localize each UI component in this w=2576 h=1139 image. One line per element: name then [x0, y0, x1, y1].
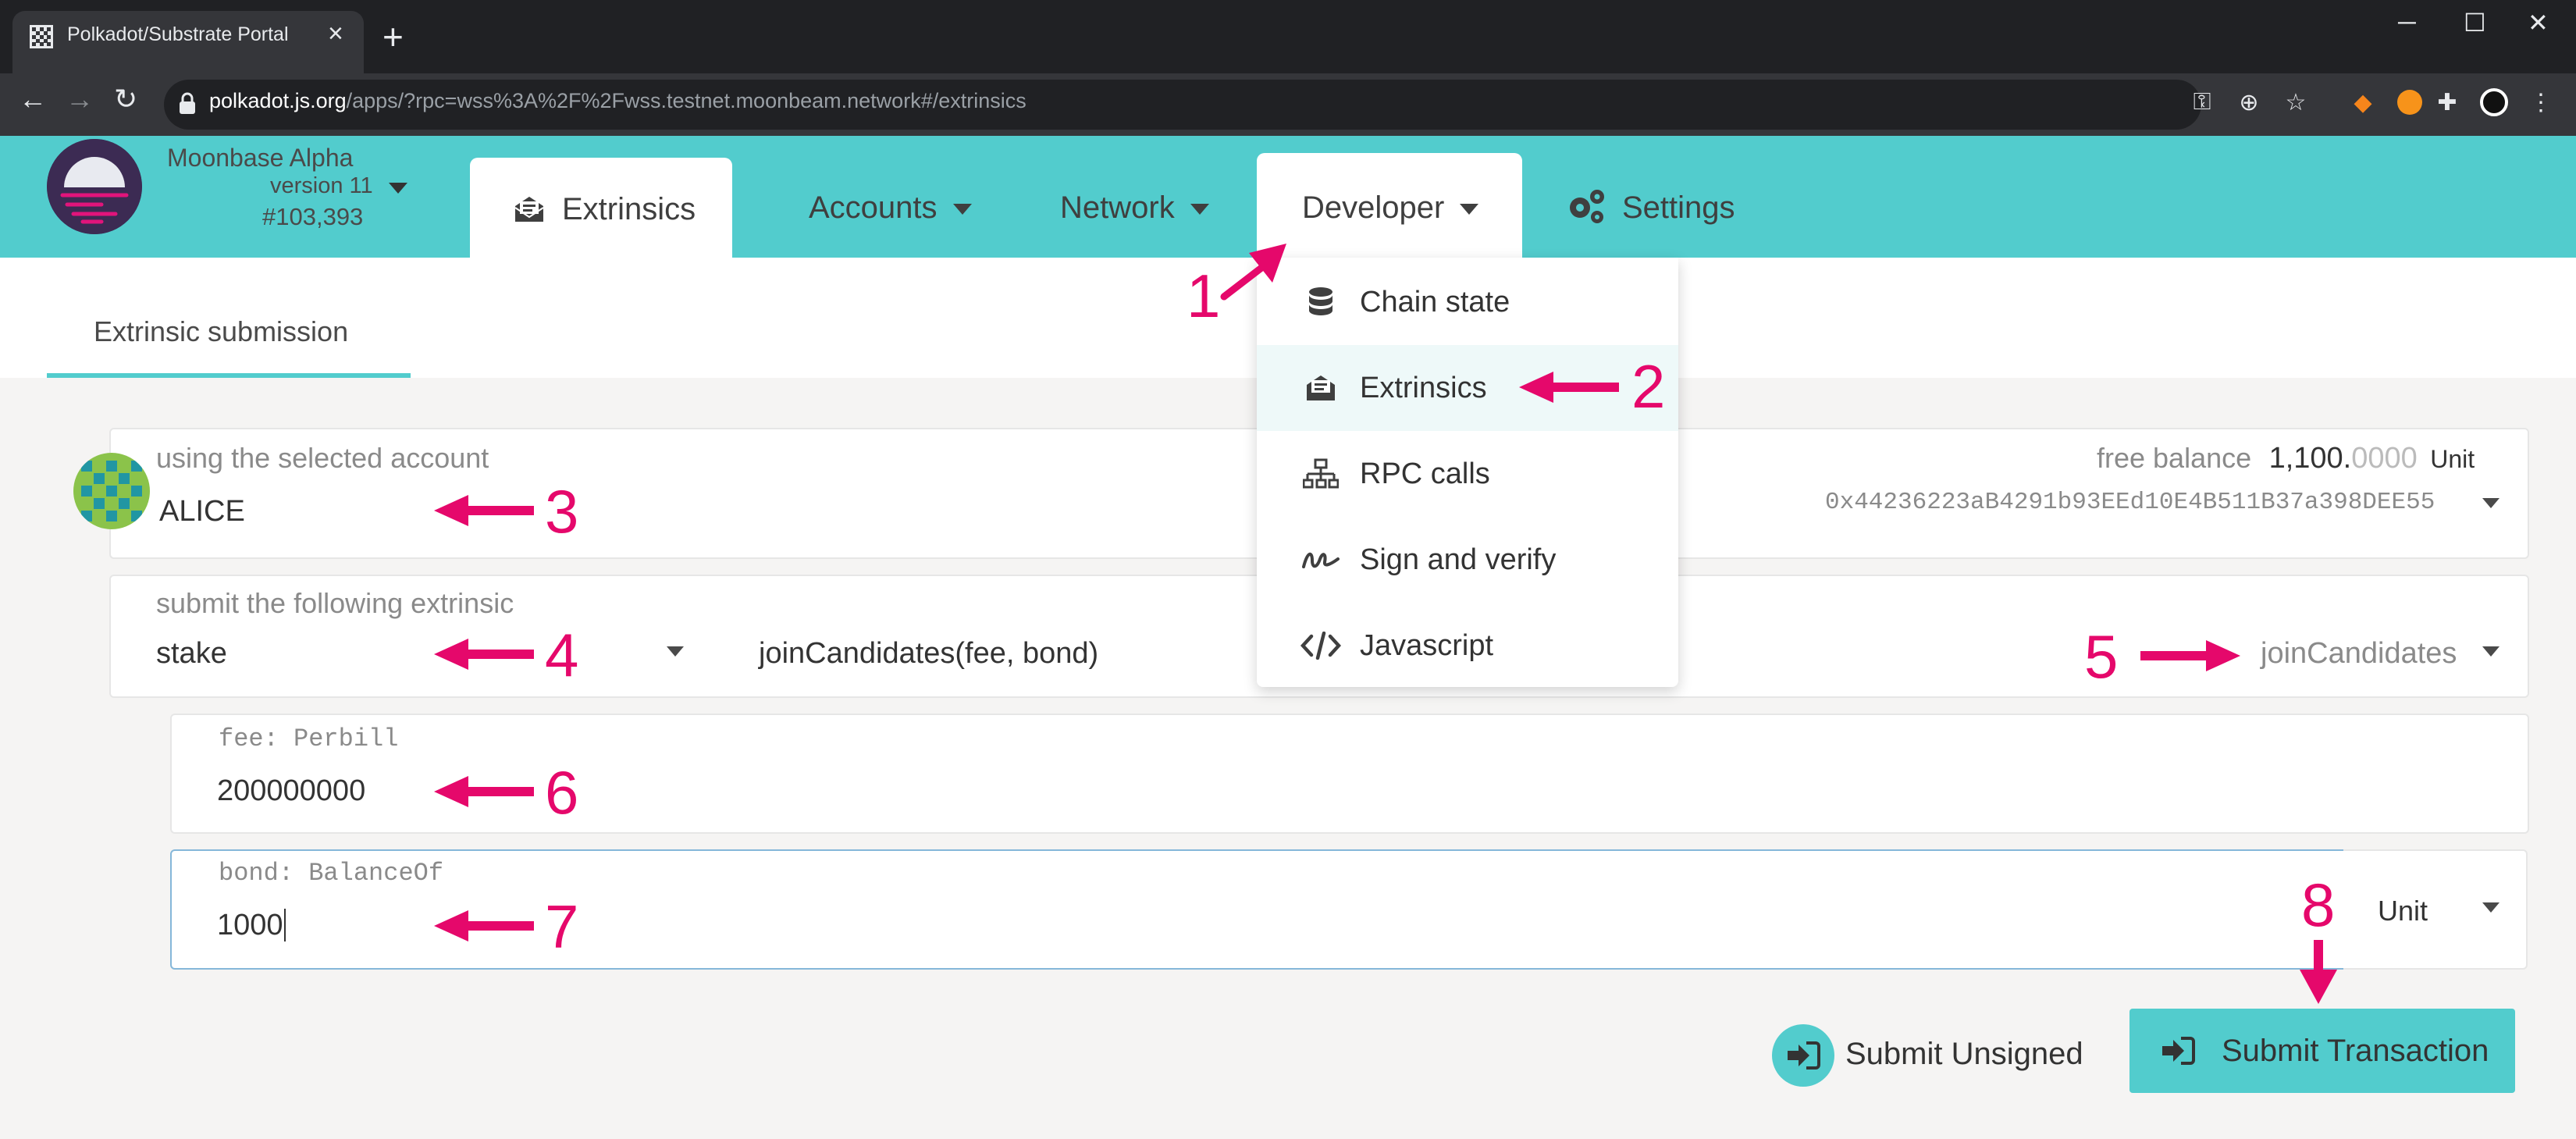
sign-in-icon [1788, 1041, 1820, 1070]
chain-version: version 11 [270, 173, 373, 198]
annotation-2: 2 [1631, 352, 1666, 421]
bookmark-star-icon[interactable]: ☆ [2275, 81, 2317, 123]
chevron-down-icon[interactable] [389, 183, 407, 194]
moonbase-logo-icon[interactable] [47, 139, 142, 234]
polkadot-favicon-icon [30, 25, 53, 48]
envelope-open-icon [514, 197, 544, 222]
fee-label: fee: Perbill [219, 724, 399, 753]
puzzle-extensions-icon[interactable]: ✚ [2426, 81, 2468, 123]
key-icon[interactable]: ⚿ [2181, 81, 2223, 123]
annotation-4: 4 [545, 621, 579, 689]
sign-in-icon [2162, 1037, 2195, 1065]
annotation-arrow-up-right-icon [1220, 244, 1286, 301]
maximize-icon[interactable]: ☐ [2464, 8, 2486, 37]
dropdown-item-label: RPC calls [1360, 457, 1490, 490]
extrinsic-label: submit the following extrinsic [156, 587, 514, 619]
bond-label: bond: BalanceOf [219, 859, 444, 888]
dropdown-item-label: Extrinsics [1360, 371, 1487, 404]
caret-down-icon [1460, 204, 1479, 215]
fee-param[interactable] [170, 714, 2529, 834]
code-icon [1300, 632, 1341, 660]
annotation-8: 8 [2301, 870, 2336, 939]
close-window-icon[interactable]: ✕ [2528, 8, 2549, 37]
chevron-down-icon [2482, 902, 2500, 913]
zoom-icon[interactable]: ⊕ [2228, 81, 2270, 123]
unit-dropdown[interactable] [2343, 849, 2528, 970]
new-tab-icon[interactable]: + [382, 16, 404, 58]
dropdown-item-sign-and-verify[interactable]: Sign and verify [1257, 517, 1678, 603]
profile-avatar-icon[interactable] [2473, 81, 2515, 123]
account-address: 0x44236223aB4291b93EEd10E4B511B37a398DEE… [1825, 489, 2435, 516]
dropdown-item-rpc-calls[interactable]: RPC calls [1257, 431, 1678, 517]
bond-param[interactable] [170, 849, 2347, 970]
gears-icon [1570, 190, 1604, 223]
balance-integer: 1,100. [2268, 442, 2352, 475]
annotation-3: 3 [545, 477, 579, 546]
browser-tab-title: Polkadot/Substrate Portal [67, 23, 289, 45]
annotation-6: 6 [545, 758, 579, 827]
forward-icon[interactable]: → [66, 83, 94, 116]
menu-settings[interactable]: Settings [1622, 190, 1735, 226]
tab-extrinsics-label: Extrinsics [562, 192, 696, 226]
annotation-1: 1 [1187, 262, 1221, 330]
submit-transaction-button[interactable]: Submit Transaction [2129, 1009, 2515, 1093]
annotation-arrow-down-icon [2300, 940, 2337, 1004]
annotation-arrow-left-icon [434, 910, 534, 941]
envelope-open-icon [1307, 376, 1335, 400]
dropdown-item-javascript[interactable]: Javascript [1257, 603, 1678, 689]
unit-label: Unit [2378, 895, 2428, 927]
balance-decimal: 0000 [2351, 442, 2418, 475]
menu-network[interactable]: Network [1060, 190, 1209, 226]
menu-accounts[interactable]: Accounts [809, 190, 972, 226]
dropdown-item-label: Chain state [1360, 285, 1510, 319]
account-identicon-icon [73, 453, 150, 529]
minimize-icon[interactable]: ─ [2398, 8, 2416, 37]
annotation-7: 7 [545, 892, 579, 961]
dropdown-item-label: Sign and verify [1360, 543, 1557, 576]
caret-down-icon [1190, 204, 1209, 215]
lock-icon [180, 92, 195, 114]
fee-input[interactable]: 200000000 [217, 774, 365, 808]
submit-transaction-label: Submit Transaction [2222, 1033, 2489, 1068]
block-number: #103,393 [262, 203, 364, 230]
more-menu-icon[interactable]: ⋮ [2520, 81, 2562, 123]
free-balance: free balance 1,100.0000 Unit [2097, 442, 2475, 475]
chevron-down-icon[interactable] [2482, 498, 2500, 508]
call-signature-dropdown[interactable]: joinCandidates(fee, bond) [759, 637, 1098, 671]
annotation-arrow-left-icon [434, 639, 534, 670]
back-icon[interactable]: ← [19, 83, 47, 116]
caret-down-icon [952, 204, 972, 215]
reload-icon[interactable]: ↻ [114, 83, 137, 116]
call-dropdown[interactable]: joinCandidates [2261, 637, 2457, 671]
menu-developer[interactable]: Developer [1302, 190, 1479, 226]
signature-icon [1302, 552, 1340, 568]
dropdown-item-label: Javascript [1360, 628, 1494, 662]
balance-unit: Unit [2430, 445, 2475, 473]
submit-unsigned-label[interactable]: Submit Unsigned [1845, 1037, 2083, 1072]
close-tab-icon[interactable]: × [328, 19, 343, 49]
annotation-arrow-left-icon [1519, 372, 1619, 403]
module-dropdown[interactable]: stake [156, 637, 227, 671]
extension-coin-icon[interactable] [2389, 81, 2431, 123]
annotation-arrow-left-icon [434, 495, 534, 526]
bond-input[interactable]: 1000 [217, 909, 286, 942]
account-name: ALICE [159, 495, 245, 528]
annotation-arrow-right-icon [2140, 640, 2240, 671]
submit-unsigned-button[interactable] [1772, 1024, 1834, 1087]
annotation-arrow-left-icon [434, 776, 534, 807]
free-balance-label: free balance [2097, 442, 2252, 474]
tab-extrinsic-submission[interactable]: Extrinsic submission [94, 315, 348, 348]
url-text[interactable]: polkadot.js.org/apps/?rpc=wss%3A%2F%2Fws… [209, 89, 1026, 113]
account-label: using the selected account [156, 442, 489, 474]
chevron-down-icon[interactable] [667, 646, 684, 657]
chevron-down-icon[interactable] [2482, 646, 2500, 657]
network-icon [1303, 458, 1339, 489]
annotation-5: 5 [2084, 622, 2119, 691]
metamask-fox-icon[interactable]: ◆ [2342, 81, 2384, 123]
dropdown-item-chain-state[interactable]: Chain state [1257, 259, 1678, 345]
database-icon [1309, 287, 1332, 315]
chain-name[interactable]: Moonbase Alpha [167, 144, 353, 173]
